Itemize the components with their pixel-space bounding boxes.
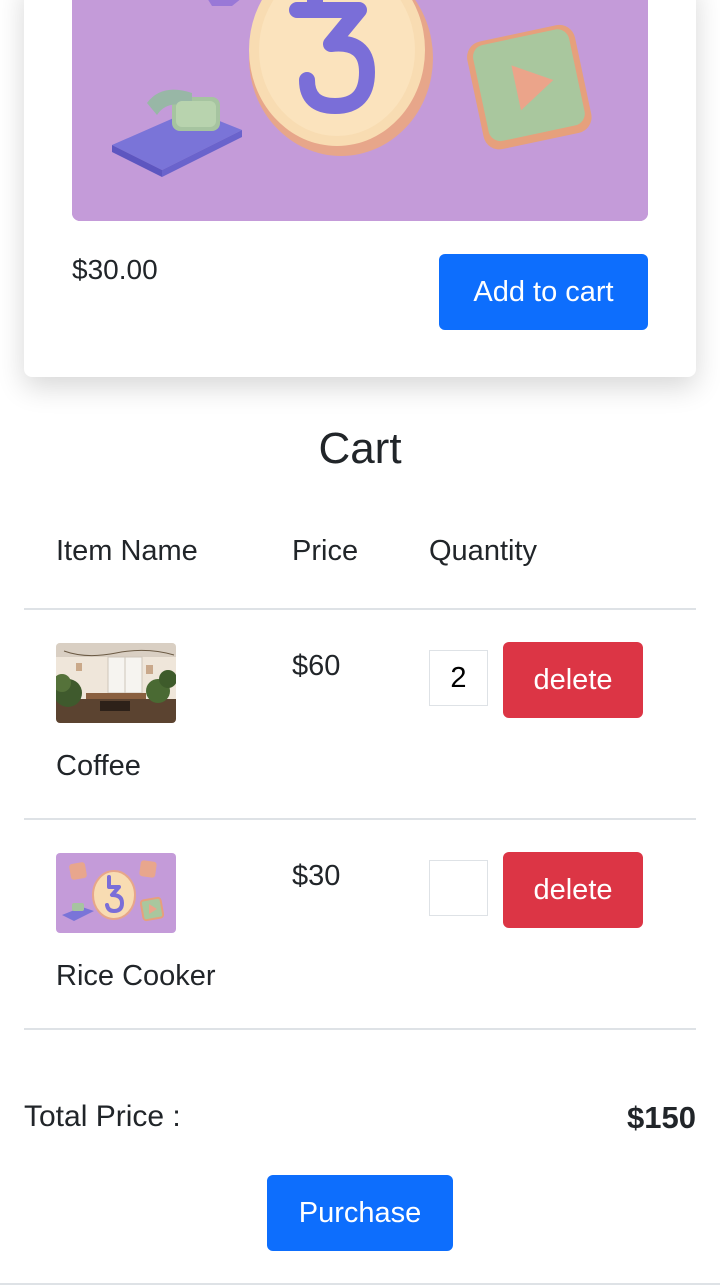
table-row: Rice Cooker $30 delete (24, 820, 696, 1030)
table-header-row: Item Name Price Quantity (24, 515, 696, 610)
item-name: Coffee (56, 750, 141, 782)
column-header-item-name: Item Name (56, 535, 198, 567)
column-header-price: Price (292, 535, 359, 567)
add-to-cart-button[interactable]: Add to cart (439, 254, 648, 330)
delete-button[interactable]: delete (503, 642, 643, 718)
item-price: $60 (292, 650, 341, 682)
total-price-value: $150 (627, 1100, 696, 1135)
purchase-button[interactable]: Purchase (267, 1175, 453, 1251)
quantity-input[interactable] (429, 860, 488, 916)
cart-title: Cart (318, 424, 402, 473)
total-price-label: Total Price : (24, 1100, 181, 1133)
table-row: Coffee $60 delete (24, 610, 696, 820)
cafe-room-thumbnail-icon (56, 643, 176, 723)
tezos-coin-thumbnail-icon (56, 853, 176, 933)
product-image (72, 0, 648, 221)
tezos-illustration-icon (72, 0, 648, 221)
quantity-input[interactable] (429, 650, 488, 706)
item-name: Rice Cooker (56, 960, 216, 992)
item-price: $30 (292, 860, 341, 892)
product-card: $30.00 Add to cart (24, 0, 696, 377)
column-header-quantity: Quantity (429, 535, 537, 567)
product-price: $30.00 (72, 254, 158, 285)
delete-button[interactable]: delete (503, 852, 643, 928)
cart-table: Item Name Price Quantity Coffee $60 2 de… (24, 515, 696, 1030)
divider (0, 1283, 720, 1285)
